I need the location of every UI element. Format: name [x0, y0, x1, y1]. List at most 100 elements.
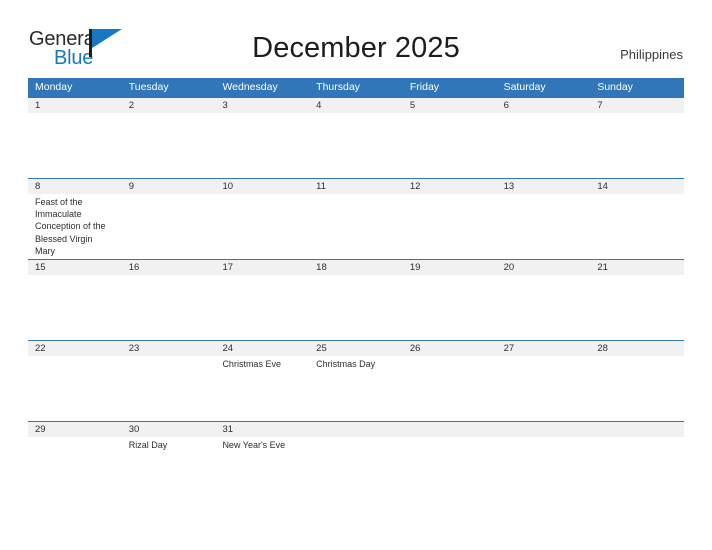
day-number[interactable]: 5 [403, 98, 497, 113]
date-number-band: 1 2 3 4 5 6 7 [28, 98, 684, 113]
day-cell[interactable]: Christmas Eve [215, 356, 309, 421]
event-label: Christmas Day [316, 359, 376, 369]
day-number[interactable]: 30 [122, 422, 216, 437]
day-cell[interactable] [309, 275, 403, 340]
day-cell[interactable] [28, 113, 122, 178]
day-number[interactable]: 21 [590, 260, 684, 275]
day-cell[interactable] [403, 113, 497, 178]
day-number-empty [309, 422, 403, 437]
day-number-empty [403, 422, 497, 437]
day-cell[interactable] [122, 356, 216, 421]
day-cell[interactable] [122, 113, 216, 178]
day-number-empty [590, 422, 684, 437]
week-row: 8 9 10 11 12 13 14 Feast of the Immacula… [28, 178, 684, 259]
date-number-band: 15 16 17 18 19 20 21 [28, 260, 684, 275]
day-number[interactable]: 20 [497, 260, 591, 275]
day-cell[interactable] [28, 275, 122, 340]
day-number[interactable]: 26 [403, 341, 497, 356]
day-cell-empty [403, 437, 497, 502]
weekday-header-sunday: Sunday [597, 81, 633, 93]
day-cell[interactable] [215, 194, 309, 259]
day-number[interactable]: 27 [497, 341, 591, 356]
day-cell[interactable] [122, 275, 216, 340]
day-number[interactable]: 31 [215, 422, 309, 437]
day-cell[interactable] [309, 113, 403, 178]
day-cell[interactable] [403, 275, 497, 340]
event-label: Rizal Day [128, 440, 168, 450]
day-number[interactable]: 25 [309, 341, 403, 356]
date-number-band: 22 23 24 25 26 27 28 [28, 341, 684, 356]
day-cell[interactable]: New Year's Eve [215, 437, 309, 502]
day-cell[interactable] [497, 356, 591, 421]
weekday-header-wednesday: Wednesday [222, 81, 278, 93]
day-cell[interactable] [28, 437, 122, 502]
day-number[interactable]: 13 [497, 179, 591, 194]
event-band: Christmas Eve Christmas Day [28, 356, 684, 421]
day-number[interactable]: 3 [215, 98, 309, 113]
day-cell[interactable]: Christmas Day [309, 356, 403, 421]
day-number[interactable]: 23 [122, 341, 216, 356]
day-cell[interactable] [497, 275, 591, 340]
page-header: General Blue December 2025 Philippines [0, 0, 712, 78]
day-number[interactable]: 6 [497, 98, 591, 113]
day-number[interactable]: 16 [122, 260, 216, 275]
day-number[interactable]: 8 [28, 179, 122, 194]
weekday-header-thursday: Thursday [316, 81, 360, 93]
day-number[interactable]: 1 [28, 98, 122, 113]
day-cell[interactable] [590, 194, 684, 259]
day-cell[interactable] [403, 194, 497, 259]
day-number[interactable]: 17 [215, 260, 309, 275]
day-cell[interactable] [497, 113, 591, 178]
day-cell[interactable] [28, 356, 122, 421]
day-cell[interactable] [590, 356, 684, 421]
event-band [28, 275, 684, 340]
week-row: 22 23 24 25 26 27 28 Christmas Eve Chris… [28, 340, 684, 421]
day-number[interactable]: 7 [590, 98, 684, 113]
day-cell[interactable] [590, 113, 684, 178]
day-number[interactable]: 10 [215, 179, 309, 194]
event-label: Christmas Eve [222, 359, 281, 369]
day-cell[interactable]: Feast of the Immaculate Conception of th… [28, 194, 122, 259]
region-label: Philippines [620, 47, 683, 62]
weekday-header-monday: Monday [35, 81, 73, 93]
week-row: 29 30 31 Rizal Day New Year's Eve [28, 421, 684, 502]
day-cell[interactable] [122, 194, 216, 259]
week-row: 15 16 17 18 19 20 21 [28, 259, 684, 340]
day-number[interactable]: 11 [309, 179, 403, 194]
day-cell[interactable] [403, 356, 497, 421]
day-number[interactable]: 12 [403, 179, 497, 194]
day-number[interactable]: 24 [215, 341, 309, 356]
day-cell[interactable]: Rizal Day [122, 437, 216, 502]
day-cell-empty [309, 437, 403, 502]
event-label: Feast of the Immaculate Conception of th… [35, 197, 106, 256]
day-number[interactable]: 19 [403, 260, 497, 275]
page-title: December 2025 [252, 32, 460, 64]
day-cell-empty [590, 437, 684, 502]
day-number[interactable]: 9 [122, 179, 216, 194]
event-band: Rizal Day New Year's Eve [28, 437, 684, 502]
day-number[interactable]: 2 [122, 98, 216, 113]
day-number[interactable]: 15 [28, 260, 122, 275]
day-number[interactable]: 14 [590, 179, 684, 194]
day-number[interactable]: 18 [309, 260, 403, 275]
weekday-header-tuesday: Tuesday [128, 81, 169, 93]
day-cell[interactable] [497, 194, 591, 259]
calendar-grid: Monday Tuesday Wednesday Thursday Friday… [28, 78, 684, 502]
week-row: 1 2 3 4 5 6 7 [28, 97, 684, 178]
day-cell[interactable] [309, 194, 403, 259]
day-number[interactable]: 4 [309, 98, 403, 113]
day-number[interactable]: 29 [28, 422, 122, 437]
weekday-header-saturday: Saturday [503, 81, 546, 93]
date-number-band: 8 9 10 11 12 13 14 [28, 179, 684, 194]
date-number-band: 29 30 31 [28, 422, 684, 437]
day-number-empty [497, 422, 591, 437]
event-band [28, 113, 684, 178]
day-cell[interactable] [215, 275, 309, 340]
day-cell-empty [497, 437, 591, 502]
day-cell[interactable] [590, 275, 684, 340]
event-band: Feast of the Immaculate Conception of th… [28, 194, 684, 259]
day-number[interactable]: 28 [590, 341, 684, 356]
weekday-header-friday: Friday [409, 81, 440, 93]
day-number[interactable]: 22 [28, 341, 122, 356]
day-cell[interactable] [215, 113, 309, 178]
